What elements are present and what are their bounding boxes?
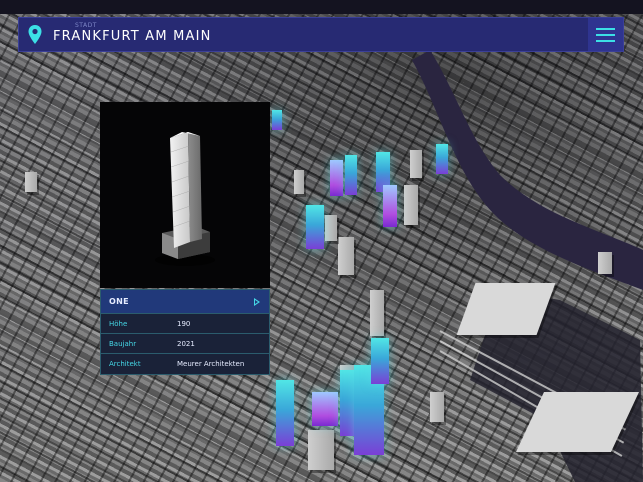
highlighted-tower[interactable] (383, 185, 397, 227)
highlighted-tower[interactable] (312, 392, 338, 426)
building (25, 172, 37, 192)
building-title-row[interactable]: ONE (101, 290, 269, 314)
highlighted-tower[interactable] (330, 160, 343, 196)
detail-row-architect: Architekt Meurer Architekten (101, 354, 269, 374)
building-name: ONE (109, 297, 129, 306)
highlighted-tower[interactable] (272, 110, 282, 130)
tower-model-image (155, 132, 215, 266)
city-name: FRANKFURT AM MAIN (53, 29, 212, 44)
detail-value: 190 (177, 320, 191, 328)
detail-value: 2021 (177, 340, 195, 348)
menu-line (596, 27, 615, 30)
building-3d-preview[interactable] (100, 102, 270, 288)
detail-row-height: Höhe 190 (101, 314, 269, 334)
hamburger-menu-icon[interactable] (588, 18, 623, 51)
building (308, 430, 334, 470)
detail-value: Meurer Architekten (177, 360, 245, 368)
detail-row-year: Baujahr 2021 (101, 334, 269, 354)
building (430, 392, 444, 422)
highlighted-tower[interactable] (306, 205, 324, 249)
building-info-panel: ONE Höhe 190 Baujahr 2021 Architekt Meur… (100, 102, 270, 375)
building (598, 252, 612, 274)
building-details: ONE Höhe 190 Baujahr 2021 Architekt Meur… (100, 289, 270, 375)
building (370, 290, 384, 336)
detail-label: Architekt (109, 360, 141, 368)
building (338, 237, 354, 275)
city-map-3d[interactable] (0, 0, 643, 482)
building (294, 170, 304, 194)
city-caption: STADT (75, 22, 97, 29)
location-pin-icon (28, 25, 42, 44)
highlighted-tower[interactable] (436, 144, 448, 174)
city-header-bar: STADT FRANKFURT AM MAIN (18, 17, 624, 52)
highlighted-tower[interactable] (276, 380, 294, 446)
menu-line (596, 33, 615, 36)
detail-label: Baujahr (109, 340, 137, 348)
highlighted-tower[interactable] (345, 155, 357, 195)
building (325, 215, 337, 241)
menu-line (596, 39, 615, 42)
building (404, 185, 418, 225)
highlighted-tower[interactable] (371, 338, 389, 384)
building (410, 150, 422, 178)
detail-label: Höhe (109, 320, 128, 328)
play-icon[interactable] (254, 298, 260, 306)
